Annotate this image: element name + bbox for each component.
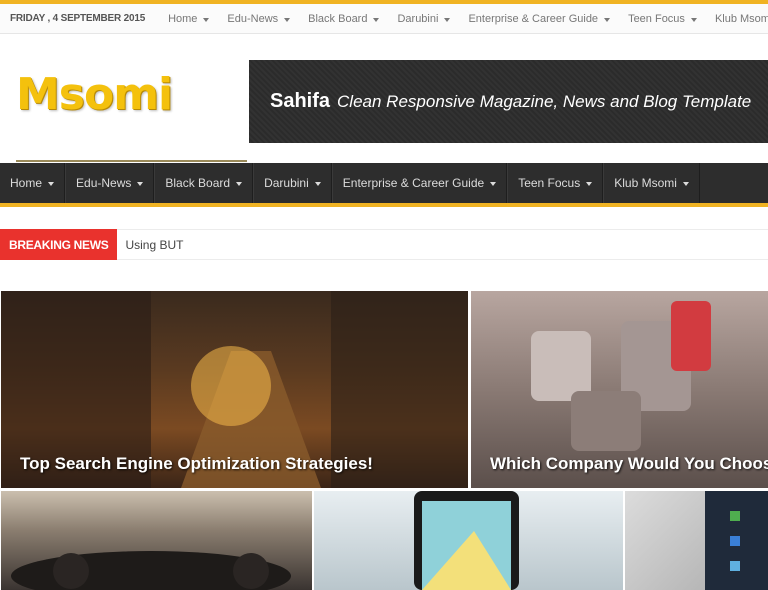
vintage-car-image [11,551,291,590]
featured-slide-5[interactable] [625,491,768,590]
chevron-down-icon [314,182,321,186]
top-nav-label: Black Board [308,12,368,25]
top-nav-item-teen-focus[interactable]: Teen Focus [619,13,706,25]
top-nav-label: Darubini [397,12,439,25]
top-nav-label: Home [168,12,198,25]
logo-underline [16,160,247,162]
main-nav-item-enterprise[interactable]: Enterprise & Career Guide [331,163,508,203]
main-nav-item-black-board[interactable]: Black Board [154,163,254,203]
chevron-down-icon [373,17,380,22]
main-nav-item-darubini[interactable]: Darubini [253,163,332,203]
top-nav-item-darubini[interactable]: Darubini [388,13,459,25]
chevron-down-icon [604,17,611,22]
chevron-down-icon [690,17,697,22]
breaking-news-label: BREAKING NEWS [0,229,118,260]
slide-caption[interactable]: Top Search Engine Optimization Strategie… [20,454,373,474]
main-nav-label: Edu-News [76,176,132,190]
tablet-image [705,491,768,590]
top-nav-item-enterprise[interactable]: Enterprise & Career Guide [459,13,619,25]
main-nav-label: Black Board [165,176,231,190]
main-nav-item-klub-msomi[interactable]: Klub Msomi [603,163,700,203]
top-nav-item-edu-news[interactable]: Edu-News [218,13,299,25]
header-banner[interactable]: Sahifa Clean Responsive Magazine, News a… [249,60,768,143]
main-nav: Home Edu-News Black Board Darubini Enter… [0,163,768,207]
featured-slide-3[interactable] [1,491,312,590]
chevron-down-icon [586,182,593,186]
current-date: FRIDAY , 4 SEPTEMBER 2015 [10,13,146,24]
site-header: Msomi Sahifa Clean Responsive Magazine, … [0,35,768,163]
top-nav-label: Edu-News [227,12,279,25]
slide-caption[interactable]: Which Company Would You Choose? [490,454,768,474]
chevron-down-icon [137,182,144,186]
chevron-down-icon [682,182,689,186]
chevron-down-icon [284,17,291,22]
featured-slide-1[interactable]: Top Search Engine Optimization Strategie… [1,291,468,488]
main-nav-item-teen-focus[interactable]: Teen Focus [507,163,604,203]
main-nav-item-home[interactable]: Home [0,163,66,203]
main-nav-item-edu-news[interactable]: Edu-News [65,163,155,203]
featured-slide-2[interactable]: Which Company Would You Choose? [471,291,768,488]
chevron-down-icon [236,182,243,186]
breaking-news-bar: BREAKING NEWS Using BUT [0,229,768,260]
top-nav-label: Enterprise & Career Guide [468,12,599,25]
chevron-down-icon [203,17,210,22]
logo-text: Msomi [16,69,173,120]
top-nav-item-klub-msomi[interactable]: Klub Msomi [706,13,768,25]
site-logo[interactable]: Msomi [14,65,247,165]
chevron-down-icon [48,182,55,186]
top-nav-item-home[interactable]: Home [159,13,218,25]
main-nav-label: Darubini [264,176,309,190]
top-nav-label: Teen Focus [628,12,685,25]
smartphone-image [414,491,519,590]
top-nav-item-black-board[interactable]: Black Board [299,13,388,25]
main-nav-label: Home [10,176,43,190]
main-nav-label: Teen Focus [518,176,581,190]
banner-tagline: Clean Responsive Magazine, News and Blog… [337,91,752,111]
top-bar: FRIDAY , 4 SEPTEMBER 2015 Home Edu-News … [0,4,768,34]
main-nav-label: Enterprise & Career Guide [342,176,485,190]
top-nav-label: Klub Msomi [714,12,768,25]
chevron-down-icon [490,182,497,186]
top-nav: Home Edu-News Black Board Darubini Enter… [159,13,768,25]
featured-slide-4[interactable] [314,491,623,590]
breaking-news-item[interactable]: Using BUT [117,238,183,252]
chevron-down-icon [444,17,451,22]
banner-name: Sahifa [270,90,331,112]
main-nav-label: Klub Msomi [614,176,677,190]
